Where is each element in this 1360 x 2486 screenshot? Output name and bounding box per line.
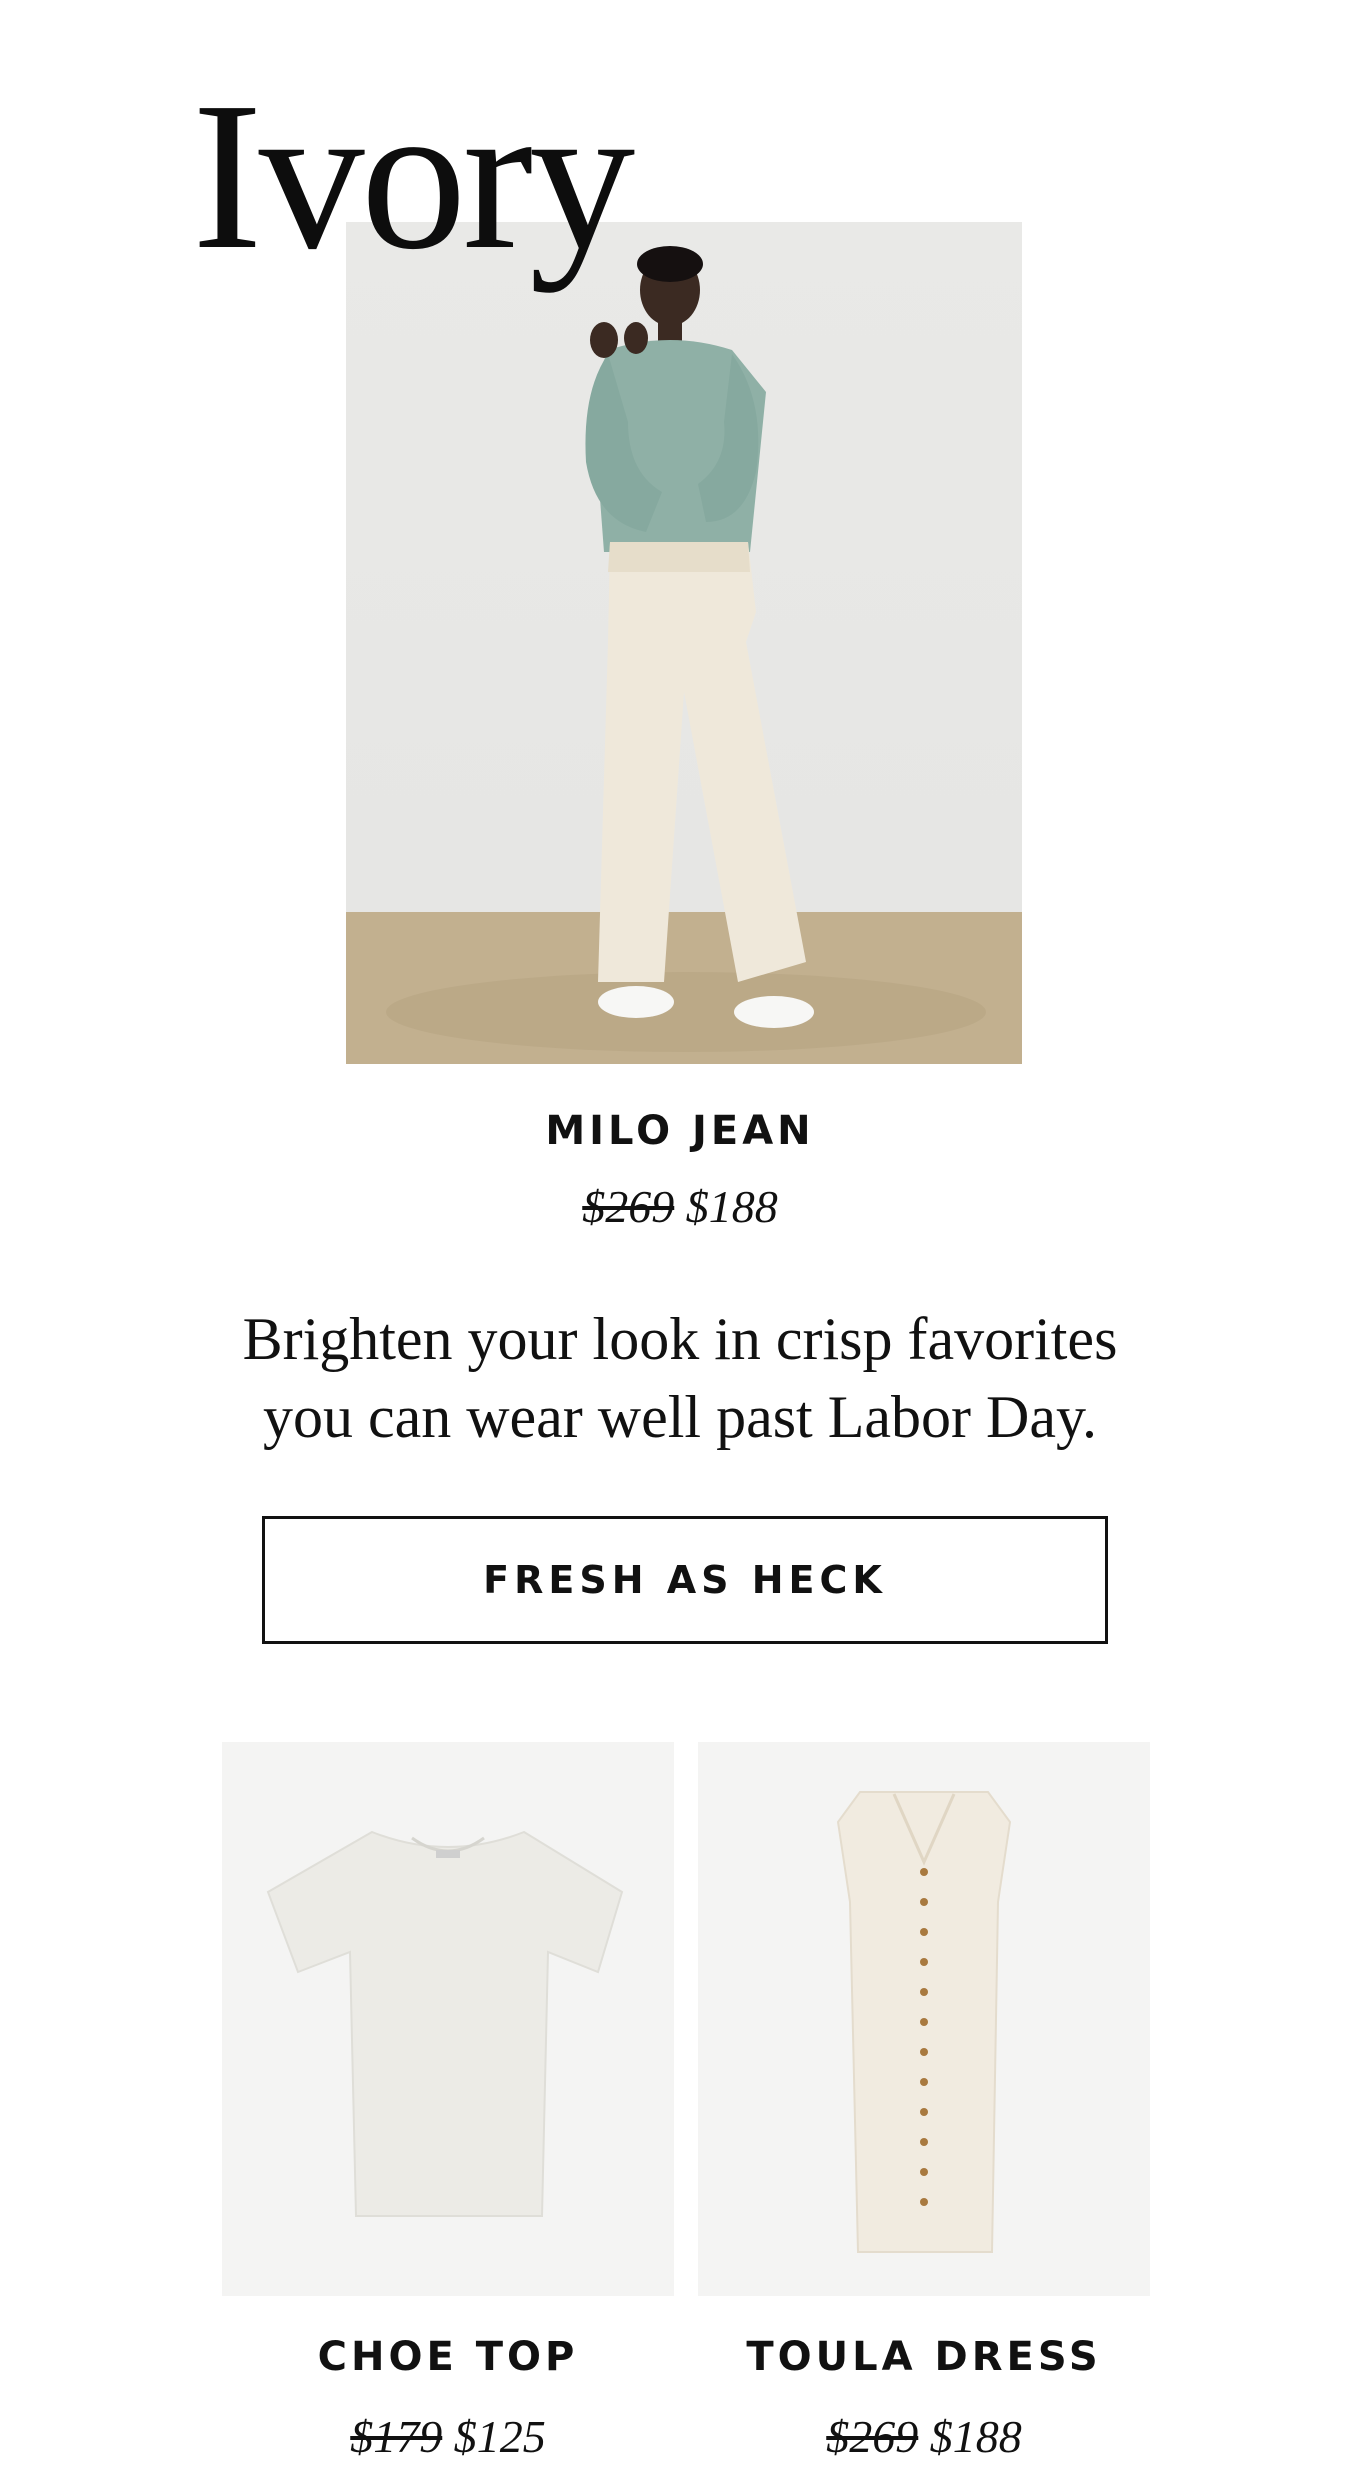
model-photo-illustration	[346, 246, 1022, 1064]
button-dress-illustration	[836, 1791, 1012, 2253]
original-price: $269	[582, 1181, 675, 1232]
original-price: $269	[826, 2411, 919, 2462]
choe-top-price: $179 $125	[222, 2410, 674, 2463]
toula-dress-price: $269 $188	[698, 2410, 1150, 2463]
fresh-as-heck-button[interactable]: FRESH AS HECK	[262, 1516, 1108, 1644]
hero-product-name[interactable]: MILO JEAN	[430, 1108, 930, 1154]
promo-body-text: Brighten your look in crisp favorites yo…	[160, 1300, 1200, 1456]
page-title: Ivory	[192, 58, 635, 293]
sale-price: $188	[685, 1181, 778, 1232]
toula-dress-image[interactable]	[698, 1742, 1150, 2296]
toula-dress-name[interactable]: TOULA DRESS	[698, 2334, 1150, 2380]
sale-price: $125	[453, 2411, 546, 2462]
original-price: $179	[350, 2411, 443, 2462]
tshirt-illustration	[266, 1830, 624, 2217]
sale-price: $188	[929, 2411, 1022, 2462]
promo-line-2: you can wear well past Labor Day.	[262, 1384, 1098, 1450]
hero-product-image[interactable]	[346, 222, 1022, 1064]
promo-line-1: Brighten your look in crisp favorites	[242, 1306, 1118, 1372]
choe-top-image[interactable]	[222, 1742, 674, 2296]
hero-product-price: $269 $188	[430, 1180, 930, 1233]
choe-top-name[interactable]: CHOE TOP	[222, 2334, 674, 2380]
